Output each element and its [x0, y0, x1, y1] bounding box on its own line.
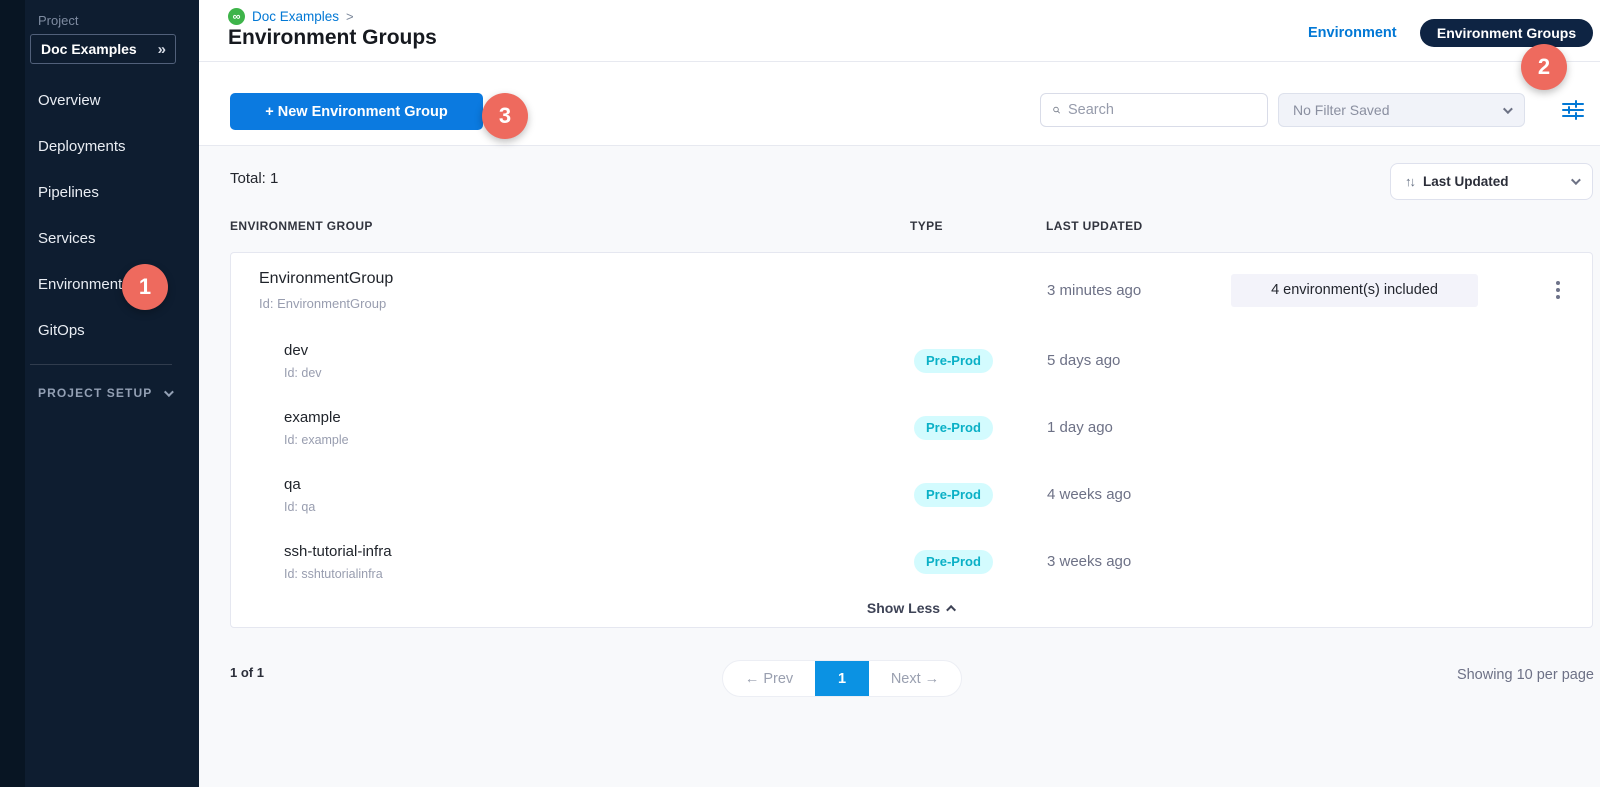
environment-row-qa[interactable]: qa Id: qa Pre-Prod 4 weeks ago [231, 461, 1592, 528]
sort-label: Last Updated [1423, 174, 1509, 189]
project-selector[interactable]: Doc Examples » [30, 34, 176, 64]
annotation-circle-3: 3 [482, 93, 528, 139]
page-info: 1 of 1 [230, 665, 264, 680]
per-page-label: Showing 10 per page [1457, 667, 1594, 683]
annotation-circle-2: 2 [1521, 44, 1567, 90]
environment-row-ssh-tutorial-infra[interactable]: ssh-tutorial-infra Id: sshtutorialinfra … [231, 528, 1592, 595]
type-badge: Pre-Prod [914, 416, 993, 440]
environment-last-updated: 5 days ago [1047, 352, 1231, 369]
environment-last-updated: 1 day ago [1047, 419, 1231, 436]
sidebar-item-pipelines[interactable]: Pipelines [0, 170, 199, 216]
page-title: Environment Groups [228, 26, 437, 50]
environment-id: Id: example [284, 433, 911, 447]
table-header: ENVIRONMENT GROUP TYPE LAST UPDATED [230, 219, 1593, 233]
column-environment-group: ENVIRONMENT GROUP [230, 219, 910, 233]
environments-included-badge: 4 environment(s) included [1231, 274, 1478, 307]
chevron-up-icon [946, 604, 956, 614]
environment-last-updated: 4 weeks ago [1047, 486, 1231, 503]
search-icon [1053, 103, 1060, 117]
column-type: TYPE [910, 219, 1046, 233]
page-1-button[interactable]: 1 [815, 661, 869, 696]
group-name: EnvironmentGroup [259, 270, 911, 288]
total-count: Total: 1 [230, 170, 278, 187]
pagination: ← Prev 1 Next → [722, 660, 962, 697]
sort-dropdown[interactable]: ↑↓ Last Updated [1390, 163, 1593, 200]
project-setup-label: PROJECT SETUP [38, 386, 152, 400]
tab-environment-groups[interactable]: Environment Groups [1420, 19, 1593, 47]
sliders-icon [1561, 99, 1585, 121]
prev-page-button[interactable]: ← Prev [723, 661, 815, 696]
environment-id: Id: sshtutorialinfra [284, 567, 911, 581]
filter-settings-button[interactable] [1558, 96, 1588, 124]
group-last-updated: 3 minutes ago [1047, 282, 1231, 299]
type-badge: Pre-Prod [914, 483, 993, 507]
environment-name: ssh-tutorial-infra [284, 543, 911, 560]
expand-project-icon[interactable]: » [158, 41, 165, 58]
sidebar-item-deployments[interactable]: Deployments [0, 124, 199, 170]
group-id: Id: EnvironmentGroup [259, 296, 911, 311]
sidebar-nav: Overview Deployments Pipelines Services … [0, 78, 199, 354]
environment-id: Id: dev [284, 366, 911, 380]
chevron-down-icon [1571, 175, 1581, 185]
project-name: Doc Examples [41, 41, 137, 57]
breadcrumb: ∞ Doc Examples > [228, 8, 354, 25]
column-last-updated: LAST UPDATED [1046, 219, 1230, 233]
show-less-label: Show Less [867, 600, 940, 616]
sidebar-item-gitops[interactable]: GitOps [0, 308, 199, 354]
sort-arrows-icon: ↑↓ [1405, 174, 1414, 189]
project-setup-toggle[interactable]: PROJECT SETUP [38, 386, 171, 400]
environment-id: Id: qa [284, 500, 911, 514]
breadcrumb-separator: > [346, 9, 354, 24]
cd-module-icon: ∞ [228, 8, 245, 25]
sidebar-item-services[interactable]: Services [0, 216, 199, 262]
chevron-down-icon [1503, 104, 1513, 114]
type-badge: Pre-Prod [914, 550, 993, 574]
environment-row-example[interactable]: example Id: example Pre-Prod 1 day ago [231, 394, 1592, 461]
saved-filter-dropdown[interactable]: No Filter Saved [1278, 93, 1525, 127]
saved-filter-label: No Filter Saved [1293, 102, 1503, 118]
chevron-down-icon [164, 387, 174, 397]
annotation-circle-1: 1 [122, 264, 168, 310]
row-menu-button[interactable] [1522, 281, 1594, 299]
environment-name: qa [284, 476, 911, 493]
show-less-button[interactable]: Show Less [231, 595, 1592, 621]
environment-group-card: EnvironmentGroup Id: EnvironmentGroup 3 … [230, 252, 1593, 628]
search-box [1040, 93, 1268, 127]
sidebar-divider [30, 364, 172, 365]
environment-group-row[interactable]: EnvironmentGroup Id: EnvironmentGroup 3 … [231, 253, 1592, 327]
next-page-button[interactable]: Next → [869, 661, 961, 696]
environment-name: example [284, 409, 911, 426]
sidebar-item-overview[interactable]: Overview [0, 78, 199, 124]
search-input[interactable] [1068, 102, 1255, 118]
type-badge: Pre-Prod [914, 349, 993, 373]
environment-last-updated: 3 weeks ago [1047, 553, 1231, 570]
environment-row-dev[interactable]: dev Id: dev Pre-Prod 5 days ago [231, 327, 1592, 394]
new-environment-group-button[interactable]: + New Environment Group [230, 93, 483, 130]
environment-name: dev [284, 342, 911, 359]
sidebar-item-environments[interactable]: Environments [0, 262, 199, 308]
project-label: Project [38, 13, 78, 28]
breadcrumb-project-link[interactable]: Doc Examples [252, 9, 339, 24]
sidebar: Project Doc Examples » Overview Deployme… [0, 0, 199, 787]
tab-environment[interactable]: Environment [1308, 25, 1397, 41]
